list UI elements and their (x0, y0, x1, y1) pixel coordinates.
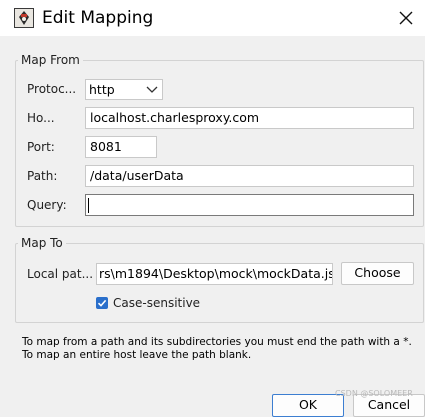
checkmark-icon (97, 299, 107, 307)
chevron-down-icon (146, 86, 158, 93)
close-button[interactable] (386, 0, 425, 36)
text-cursor (88, 198, 89, 213)
charles-proxy-icon (14, 8, 34, 28)
close-icon (399, 11, 412, 25)
path-input[interactable]: /data/userData (85, 165, 414, 187)
case-sensitive-checkbox[interactable] (96, 297, 108, 309)
watermark: CSDN @SOLOMEER (335, 389, 413, 398)
query-label: Query: (27, 198, 67, 212)
ok-button[interactable]: OK (272, 394, 344, 417)
window-title: Edit Mapping (42, 8, 154, 28)
path-label: Path: (27, 169, 58, 183)
protocol-value: http (89, 82, 115, 97)
help-text: To map from a path and its subdirectorie… (22, 336, 412, 361)
host-input[interactable]: localhost.charlesproxy.com (85, 107, 414, 129)
case-sensitive-label: Case-sensitive (113, 296, 201, 310)
port-label: Port: (27, 140, 55, 154)
protocol-select[interactable]: http (85, 79, 163, 100)
host-label: Ho... (27, 111, 55, 125)
local-path-label: Local pat... (27, 267, 94, 281)
choose-button[interactable]: Choose (341, 262, 414, 285)
protocol-label: Protoc... (27, 82, 77, 96)
local-path-input[interactable]: rs\m1894\Desktop\mock\mockData.json (96, 263, 333, 285)
map-from-legend: Map From (21, 53, 80, 67)
query-input[interactable] (85, 194, 414, 216)
port-input[interactable]: 8081 (85, 136, 157, 158)
title-bar: Edit Mapping (0, 0, 425, 36)
map-to-legend: Map To (21, 236, 63, 250)
